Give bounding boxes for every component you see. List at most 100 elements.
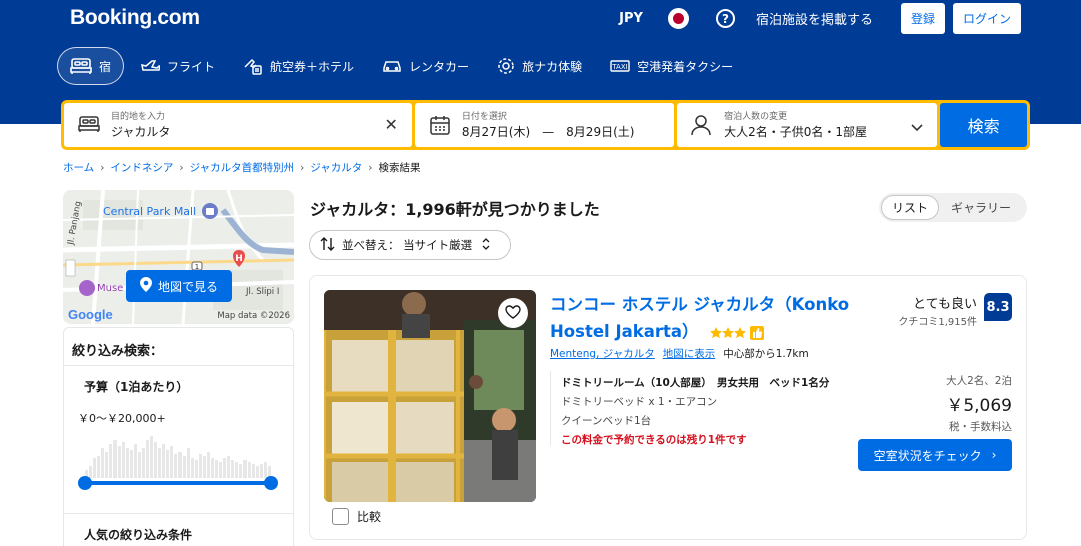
breadcrumb-region[interactable]: ジャカルタ首都特別州	[190, 160, 294, 175]
destination-field[interactable]: 目的地を入力 ジャカルタ ✕	[64, 103, 412, 147]
tab-stays[interactable]: 宿	[57, 47, 125, 85]
breadcrumb-current: 検索結果	[378, 162, 421, 174]
map-attribution: Map data ©2026	[217, 311, 290, 321]
tab-stays-label: 宿	[99, 59, 112, 74]
histogram-bar	[243, 460, 247, 478]
histogram-bar	[202, 456, 206, 478]
svg-text:H: H	[235, 254, 243, 264]
property-card[interactable]: 比較 コンコー ホステル ジャカルタ（Konko Hostel Jakarta）…	[309, 275, 1027, 540]
japan-flag-icon[interactable]	[667, 8, 689, 29]
budget-slider-min-handle[interactable]	[78, 476, 92, 490]
scarcity-warning: この料金で予約できるのは残り1件です	[561, 434, 747, 446]
histogram-bar	[186, 448, 190, 478]
thumbs-up-icon[interactable]	[750, 325, 765, 340]
date-value[interactable]: 8月27日(木) — 8月29日(土)	[462, 123, 635, 140]
price-histogram	[85, 428, 271, 478]
divider	[64, 365, 293, 366]
popular-filters-title: 人気の絞り込み条件	[84, 528, 193, 542]
breadcrumb-country[interactable]: インドネシア	[110, 160, 173, 175]
histogram-bar	[158, 448, 162, 478]
room-info: ドミトリールーム（10人部屋） 男女共用 ベッド1名分 ドミトリーベッド x 1…	[550, 371, 829, 446]
histogram-bar	[154, 442, 158, 478]
histogram-bar	[215, 460, 219, 478]
filter-panel: 絞り込み検索： 予算（1泊あたり） ￥0〜￥20,000+ 人気の絞り込み条件	[63, 327, 294, 546]
histogram-bar	[251, 464, 255, 478]
histogram-bar	[255, 466, 259, 478]
budget-slider-max-handle[interactable]	[264, 476, 278, 490]
histogram-bar	[206, 452, 210, 478]
tab-car-rental[interactable]: レンタカー	[370, 47, 481, 85]
review-count: クチコミ1,915件	[898, 317, 977, 328]
guests-field[interactable]: 宿泊人数の変更 大人2名・子供0名・1部屋	[677, 103, 938, 147]
booking-logo[interactable]: Booking.com	[70, 6, 200, 30]
histogram-bar	[109, 444, 113, 478]
clear-destination-icon[interactable]: ✕	[385, 115, 398, 134]
distance-from-center: 中心部から1.7km	[723, 348, 809, 360]
histogram-bar	[117, 446, 121, 478]
histogram-bar	[231, 460, 235, 478]
star-icon	[710, 326, 747, 338]
plane-hotel-icon	[243, 57, 263, 75]
svg-text:TAXI: TAXI	[611, 63, 627, 71]
histogram-bar	[178, 452, 182, 478]
compare-checkbox[interactable]: 比較	[332, 508, 381, 525]
histogram-bar	[223, 458, 227, 478]
compare-label: 比較	[357, 510, 382, 524]
gallery-view-button[interactable]: ギャラリー	[939, 195, 1023, 220]
chevron-right-icon: ›	[368, 161, 373, 174]
breadcrumb-home[interactable]: ホーム	[63, 160, 94, 175]
list-property-link[interactable]: 宿泊施設を掲載する	[756, 9, 873, 28]
heart-icon	[505, 304, 521, 323]
area-link[interactable]: Menteng, ジャカルタ	[550, 346, 655, 361]
score-badge: 8.3	[984, 293, 1012, 321]
tab-attractions[interactable]: 旅ナカ体験	[485, 47, 594, 85]
tab-flight-hotel[interactable]: 航空券＋ホテル	[231, 47, 366, 85]
star-rating	[710, 325, 765, 340]
price: ￥5,069	[946, 396, 1012, 416]
review-score[interactable]: とても良い クチコミ1,915件 8.3	[898, 293, 1012, 328]
breadcrumb-city[interactable]: ジャカルタ	[310, 160, 362, 175]
view-map-button[interactable]: 地図で見る	[126, 270, 232, 302]
checkbox[interactable]	[332, 508, 349, 525]
google-logo: Google	[68, 307, 113, 322]
date-field[interactable]: 日付を選択 8月27日(木) — 8月29日(土)	[414, 103, 675, 147]
histogram-bar	[174, 454, 178, 478]
register-button[interactable]: 登録	[900, 3, 945, 34]
budget-title: 予算（1泊あたり）	[84, 380, 189, 394]
guests-value[interactable]: 大人2名・子供0名・1部屋	[724, 123, 867, 140]
chevron-right-icon: ›	[179, 161, 184, 174]
tab-airport-taxi[interactable]: TAXI 空港発着タクシー	[598, 47, 745, 85]
property-photo[interactable]	[324, 290, 536, 502]
car-icon	[382, 59, 402, 73]
sort-label: 並べ替え： 当サイト厳選	[342, 238, 473, 252]
currency-selector[interactable]: JPY	[619, 11, 643, 26]
map-preview[interactable]: H 1 Central Park Mall Jl. Panjang Jl. Sl…	[63, 190, 294, 324]
histogram-bar	[97, 456, 101, 478]
histogram-bar	[141, 448, 145, 478]
destination-value[interactable]: ジャカルタ	[111, 123, 170, 140]
histogram-bar	[259, 464, 263, 478]
histogram-bar	[170, 446, 174, 478]
histogram-bar	[239, 464, 243, 478]
taxi-icon: TAXI	[610, 59, 630, 73]
header-actions: JPY ? 宿泊施設を掲載する 登録 ログイン	[619, 3, 1021, 34]
budget-slider-track[interactable]	[84, 481, 271, 485]
sort-dropdown[interactable]: 並べ替え： 当サイト厳選	[309, 230, 511, 260]
property-name[interactable]: コンコー ホステル ジャカルタ（Konko Hostel Jakarta）	[550, 295, 849, 341]
breadcrumb: ホーム › インドネシア › ジャカルタ首都特別州 › ジャカルタ › 検索結果	[63, 160, 420, 175]
help-icon[interactable]: ?	[715, 9, 735, 28]
wishlist-heart-button[interactable]	[498, 298, 528, 328]
histogram-bar	[93, 458, 97, 478]
list-view-button[interactable]: リスト	[881, 195, 939, 220]
login-button[interactable]: ログイン	[952, 3, 1021, 34]
histogram-bar	[137, 452, 141, 478]
check-availability-button[interactable]: 空室状況をチェック ›	[858, 439, 1012, 471]
search-button[interactable]: 検索	[940, 103, 1028, 147]
chevron-down-icon[interactable]	[911, 117, 923, 136]
show-on-map-link[interactable]: 地図に表示	[663, 346, 716, 361]
tab-flights[interactable]: フライト	[128, 47, 227, 85]
tab-airport-taxi-label: 空港発着タクシー	[637, 59, 734, 74]
calendar-icon	[429, 114, 451, 140]
tab-flight-hotel-label: 航空券＋ホテル	[270, 59, 355, 74]
property-name-link[interactable]: コンコー ホステル ジャカルタ（Konko Hostel Jakarta）	[550, 291, 890, 345]
